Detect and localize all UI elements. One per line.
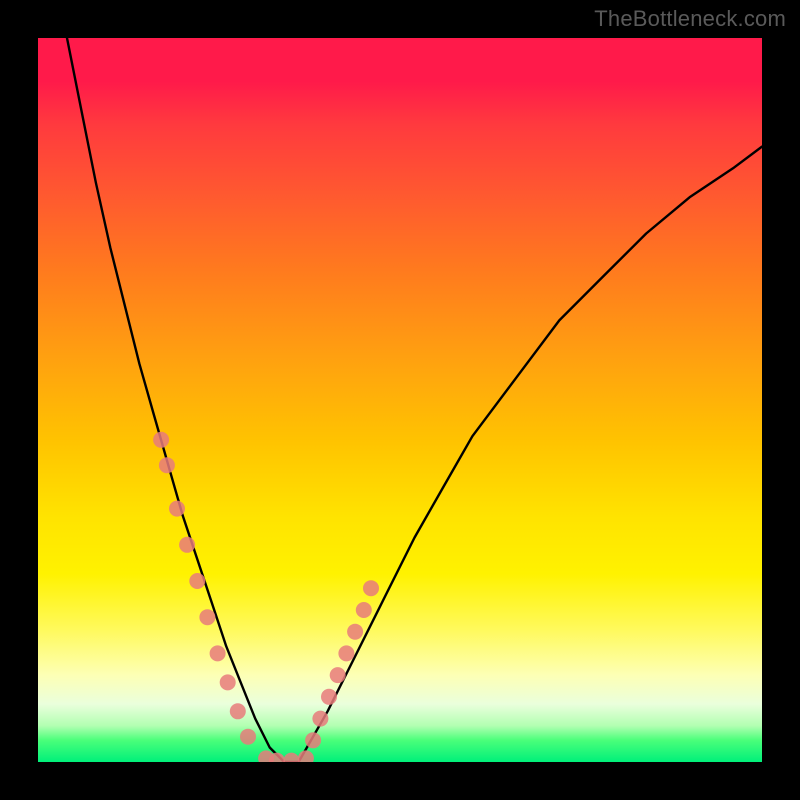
- dot-marker: [199, 609, 215, 625]
- watermark-text: TheBottleneck.com: [594, 6, 786, 32]
- dot-marker: [298, 750, 314, 762]
- dot-marker: [363, 580, 379, 596]
- dot-marker: [169, 501, 185, 517]
- chart-svg: [38, 38, 762, 762]
- curve-path: [67, 38, 762, 762]
- dot-marker: [179, 537, 195, 553]
- dot-marker: [210, 645, 226, 661]
- dot-marker: [330, 667, 346, 683]
- dot-marker: [356, 602, 372, 618]
- dot-marker: [338, 645, 354, 661]
- dot-marker: [305, 732, 321, 748]
- dot-markers: [153, 432, 379, 762]
- dot-marker: [347, 624, 363, 640]
- dot-marker: [220, 674, 236, 690]
- dot-marker: [230, 703, 246, 719]
- dot-marker: [240, 729, 256, 745]
- dot-marker: [312, 711, 328, 727]
- plot-area: [38, 38, 762, 762]
- dot-marker: [153, 432, 169, 448]
- dot-marker: [189, 573, 205, 589]
- bottleneck-curve: [67, 38, 762, 762]
- chart-frame: TheBottleneck.com: [0, 0, 800, 800]
- dot-marker: [283, 753, 299, 762]
- dot-marker: [159, 457, 175, 473]
- dot-marker: [321, 689, 337, 705]
